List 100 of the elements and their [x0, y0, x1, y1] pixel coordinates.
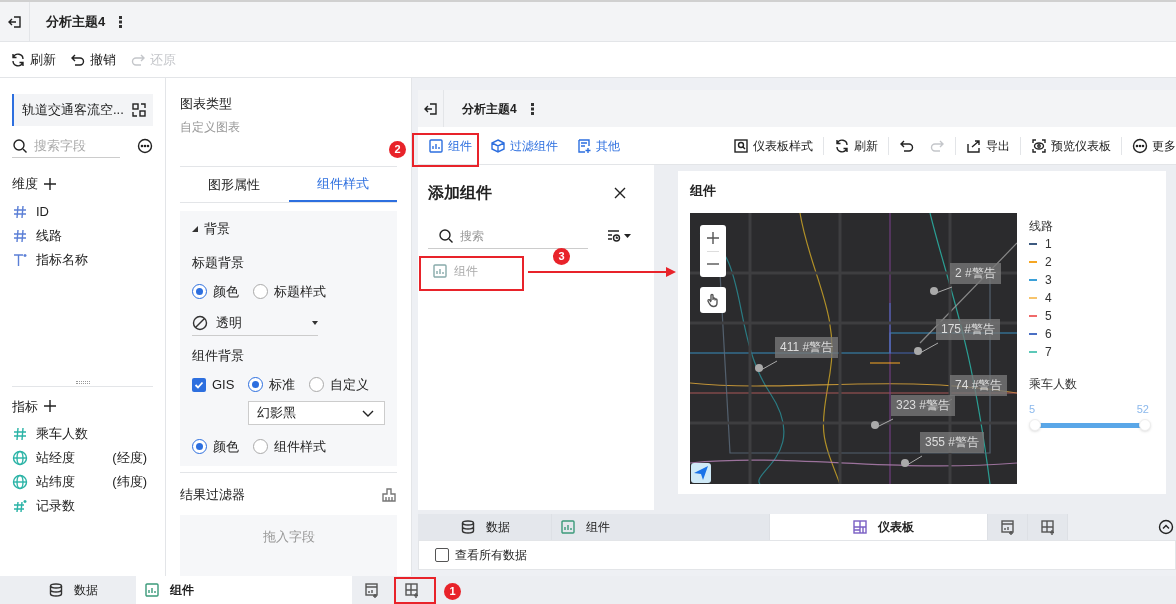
- radio-option[interactable]: 组件样式: [253, 436, 326, 457]
- close-button[interactable]: [612, 185, 628, 201]
- field-label: 组件背景: [192, 346, 245, 365]
- field-item[interactable]: 指标名称: [0, 247, 165, 272]
- section-title: 图表类型: [180, 95, 233, 113]
- add-widget-button[interactable]: [988, 514, 1028, 540]
- highlight-frame: [412, 133, 479, 167]
- tab-menu-button[interactable]: [119, 15, 123, 28]
- refresh-button[interactable]: 刷新: [834, 136, 878, 155]
- hash-icon: [12, 203, 28, 220]
- legend-item[interactable]: 3: [1029, 270, 1149, 289]
- dataset-item[interactable]: 轨道交通客流空...: [12, 94, 153, 126]
- field-item[interactable]: 记录数: [0, 494, 165, 518]
- plus-icon: [42, 398, 58, 415]
- add-button[interactable]: [42, 175, 58, 192]
- marker-label[interactable]: 74 #警告: [950, 374, 1008, 396]
- refresh-icon: [834, 137, 850, 154]
- document-plus-icon: [576, 137, 592, 154]
- marker-label[interactable]: 411 #警告: [775, 336, 839, 358]
- resize-handle[interactable]: [75, 380, 90, 384]
- legend-title: 线路: [1029, 217, 1054, 235]
- caret-icon: [624, 234, 631, 238]
- add-button[interactable]: [42, 398, 58, 415]
- field-item[interactable]: 线路: [0, 223, 165, 248]
- chart-icon: [560, 519, 576, 535]
- radio-option[interactable]: 颜色: [192, 436, 239, 457]
- hash-icon: [12, 498, 28, 514]
- field-name: 线路: [36, 226, 63, 245]
- section-toggle[interactable]: 背景: [192, 219, 385, 239]
- range-slider[interactable]: [1029, 419, 1149, 431]
- bottom-tab[interactable]: 组件: [552, 514, 770, 540]
- map-style-select[interactable]: 幻影黑: [248, 400, 385, 425]
- map-point: [901, 458, 909, 467]
- eye-icon: [1031, 137, 1047, 154]
- show-all-checkbox[interactable]: 查看所有数据: [435, 546, 527, 564]
- bottom-tab[interactable]: 数据: [10, 576, 136, 604]
- slider-min-label: 5: [1029, 401, 1036, 417]
- marker-label[interactable]: 355 #警告: [920, 431, 985, 453]
- marker-label[interactable]: 2 #警告: [950, 262, 1001, 284]
- slider-handle[interactable]: [1139, 419, 1151, 431]
- search-field[interactable]: 搜索字段: [34, 135, 114, 156]
- zoom-control[interactable]: [700, 224, 726, 277]
- radio-option[interactable]: 标题样式: [253, 282, 326, 302]
- sort-button[interactable]: [606, 228, 631, 244]
- slider-handle[interactable]: [1029, 419, 1041, 431]
- marker-label[interactable]: 323 #警告: [891, 394, 956, 416]
- marker-label[interactable]: 175 #警告: [936, 318, 1001, 340]
- field-role: (经度): [112, 449, 148, 468]
- chart-icon: [432, 263, 448, 279]
- other-button[interactable]: 其他: [576, 136, 620, 155]
- filter-button[interactable]: 过滤组件: [490, 136, 558, 155]
- bottom-tab[interactable]: 数据: [418, 514, 552, 540]
- field-item[interactable]: ID: [0, 199, 165, 224]
- undo-button[interactable]: 撤销: [70, 49, 116, 70]
- field-role: (纬度): [112, 473, 148, 492]
- widget-button[interactable]: 组件: [428, 136, 472, 155]
- radio-option[interactable]: 自定义: [309, 375, 370, 395]
- more-button[interactable]: [137, 138, 153, 154]
- check-icon: [194, 379, 204, 390]
- search-field[interactable]: 搜索: [460, 226, 570, 245]
- radio-option[interactable]: 颜色: [192, 282, 239, 302]
- radio-option[interactable]: 标准: [248, 375, 296, 395]
- legend-item[interactable]: 2: [1029, 252, 1149, 271]
- panel-tab[interactable]: 组件样式: [288, 166, 397, 203]
- chart-icon: [428, 137, 444, 154]
- add-grid-icon: [404, 582, 420, 598]
- field-name: 记录数: [36, 497, 76, 516]
- pan-button[interactable]: [700, 286, 726, 313]
- refresh-button[interactable]: 刷新: [10, 49, 56, 70]
- export-button[interactable]: 导出: [966, 136, 1010, 155]
- bottom-tab[interactable]: 仪表板: [770, 514, 988, 540]
- globe-icon: [12, 450, 28, 466]
- gis-checkbox[interactable]: GIS: [192, 375, 235, 395]
- legend-item[interactable]: 5: [1029, 306, 1149, 325]
- panel-tab[interactable]: 图形属性: [180, 166, 289, 203]
- legend-item[interactable]: 6: [1029, 324, 1149, 343]
- grid-icon: [851, 519, 868, 535]
- field-item[interactable]: 站纬度 (纬度): [0, 470, 165, 494]
- add-dashboard-button[interactable]: [1028, 514, 1068, 540]
- map-logo-icon: [691, 462, 711, 483]
- bottom-tab[interactable]: 组件: [136, 576, 352, 604]
- legend-item[interactable]: 7: [1029, 342, 1149, 361]
- color-select[interactable]: 透明: [192, 311, 318, 336]
- style-button[interactable]: 仪表板样式: [733, 136, 813, 155]
- legend-item[interactable]: 4: [1029, 288, 1149, 307]
- cube-icon: [490, 137, 506, 154]
- field-item[interactable]: 站经度 (经度): [0, 446, 165, 470]
- plus-icon: [42, 175, 58, 192]
- tab-menu-button[interactable]: [530, 102, 534, 115]
- chart-icon: [144, 582, 160, 598]
- more-icon: [1132, 137, 1148, 154]
- slider-max-label: 52: [1136, 401, 1149, 417]
- field-item[interactable]: 乘车人数: [0, 422, 165, 446]
- field-name: 乘车人数: [36, 425, 89, 444]
- search-icon: [12, 137, 28, 154]
- more-button[interactable]: 更多: [1132, 136, 1176, 155]
- legend-item[interactable]: 1: [1029, 234, 1149, 253]
- preview-button[interactable]: 预览仪表板: [1031, 136, 1111, 155]
- field-name: 站经度: [36, 449, 76, 468]
- close-icon: [612, 185, 628, 201]
